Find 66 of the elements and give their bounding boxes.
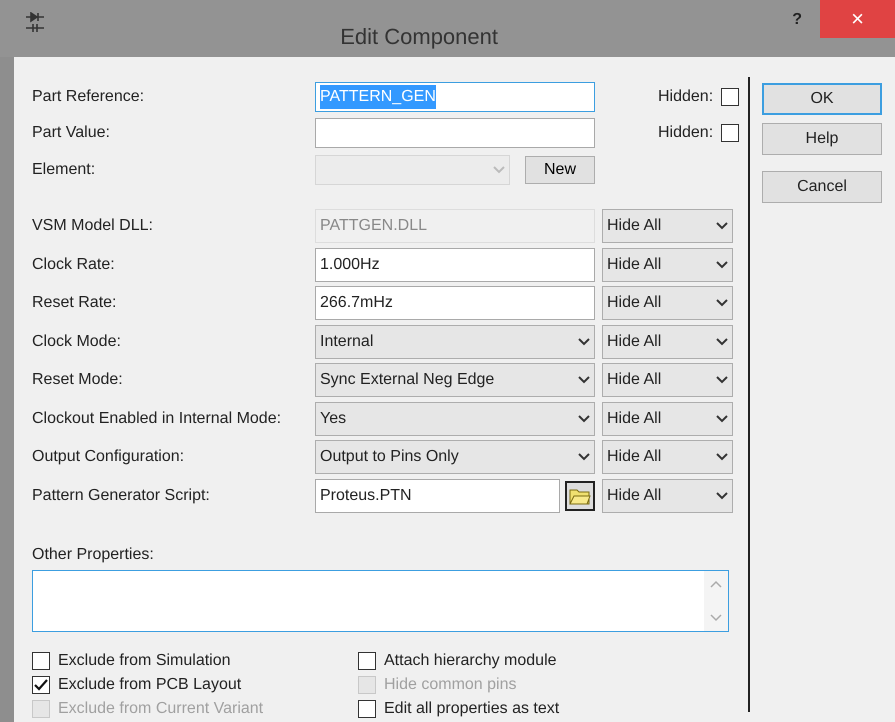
caret-icon bbox=[716, 299, 728, 308]
checkbox-label: Edit all properties as text bbox=[384, 699, 560, 719]
text-field[interactable]: 266.7mHz bbox=[315, 286, 595, 320]
dialog-button[interactable]: OK bbox=[762, 83, 882, 115]
checkbox-label: Attach hierarchy module bbox=[384, 651, 557, 671]
text-field[interactable] bbox=[315, 118, 595, 148]
checkbox[interactable] bbox=[358, 652, 376, 670]
property-label: Reset Mode: bbox=[32, 370, 124, 390]
dropdown[interactable]: Hide All bbox=[602, 478, 733, 513]
window-title: Edit Component bbox=[339, 23, 499, 51]
dropdown[interactable]: Hide All bbox=[602, 286, 733, 320]
checkbox[interactable] bbox=[32, 676, 50, 694]
field-label: Part Reference: bbox=[32, 87, 146, 107]
caret-icon bbox=[578, 338, 590, 346]
scrollbar[interactable] bbox=[704, 571, 728, 631]
field-label: Element: bbox=[32, 160, 96, 180]
caret-icon bbox=[578, 453, 590, 462]
caret-icon bbox=[493, 166, 505, 174]
checkbox-label: Exclude from PCB Layout bbox=[58, 675, 242, 695]
hidden-label: Hidden: bbox=[658, 87, 714, 107]
text-field[interactable]: Proteus.PTN bbox=[315, 478, 560, 513]
dialog-button[interactable]: Help bbox=[762, 123, 882, 155]
caret-icon bbox=[716, 414, 728, 423]
checkbox-label: Hide common pins bbox=[384, 675, 516, 695]
property-label: Pattern Generator Script: bbox=[32, 486, 211, 506]
caret-icon bbox=[578, 376, 590, 384]
property-label: Reset Rate: bbox=[32, 293, 118, 314]
property-label: VSM Model DLL: bbox=[32, 216, 154, 236]
caret-icon bbox=[716, 376, 728, 384]
folder-icon bbox=[569, 486, 591, 505]
help-button[interactable]: ? bbox=[792, 0, 820, 32]
property-label: Other Properties: bbox=[32, 545, 155, 565]
property-label: Output Configuration: bbox=[32, 447, 186, 468]
caret-icon bbox=[716, 492, 728, 500]
caret-icon bbox=[716, 453, 728, 462]
checkbox-label: Exclude from Simulation bbox=[58, 651, 231, 671]
checkbox-label: Exclude from Current Variant bbox=[58, 699, 264, 719]
dropdown[interactable]: Hide All bbox=[602, 209, 733, 244]
checkbox[interactable] bbox=[721, 88, 740, 106]
dropdown[interactable]: Internal bbox=[315, 324, 595, 359]
dropdown[interactable]: Output to Pins Only bbox=[315, 440, 595, 474]
component-icon bbox=[24, 12, 46, 34]
field-label: Part Value: bbox=[32, 123, 111, 143]
dropdown[interactable]: Hide All bbox=[602, 324, 733, 359]
dropdown[interactable]: Hide All bbox=[602, 440, 733, 474]
dropdown[interactable]: Sync External Neg Edge bbox=[315, 363, 595, 398]
dropdown[interactable]: Hide All bbox=[602, 402, 733, 436]
checkbox[interactable] bbox=[358, 700, 376, 718]
caret-icon bbox=[716, 338, 728, 346]
hidden-label: Hidden: bbox=[658, 123, 714, 143]
checkbox[interactable] bbox=[32, 652, 50, 670]
caret-icon bbox=[716, 260, 728, 269]
text-field[interactable]: 1.000Hz bbox=[315, 248, 595, 282]
dialog-button[interactable]: Cancel bbox=[762, 171, 882, 203]
checkbox[interactable] bbox=[721, 124, 740, 142]
caret-icon bbox=[578, 414, 590, 423]
dropdown[interactable]: Hide All bbox=[602, 363, 733, 398]
property-label: Clockout Enabled in Internal Mode: bbox=[32, 408, 282, 429]
dropdown[interactable]: Yes bbox=[315, 402, 595, 436]
text-area[interactable] bbox=[32, 570, 729, 632]
close-button[interactable]: × bbox=[820, 0, 895, 38]
folder-button[interactable] bbox=[565, 480, 595, 511]
caret-icon bbox=[716, 222, 728, 230]
property-label: Clock Mode: bbox=[32, 332, 122, 352]
property-label: Clock Rate: bbox=[32, 254, 116, 275]
dropdown[interactable]: Hide All bbox=[602, 248, 733, 282]
